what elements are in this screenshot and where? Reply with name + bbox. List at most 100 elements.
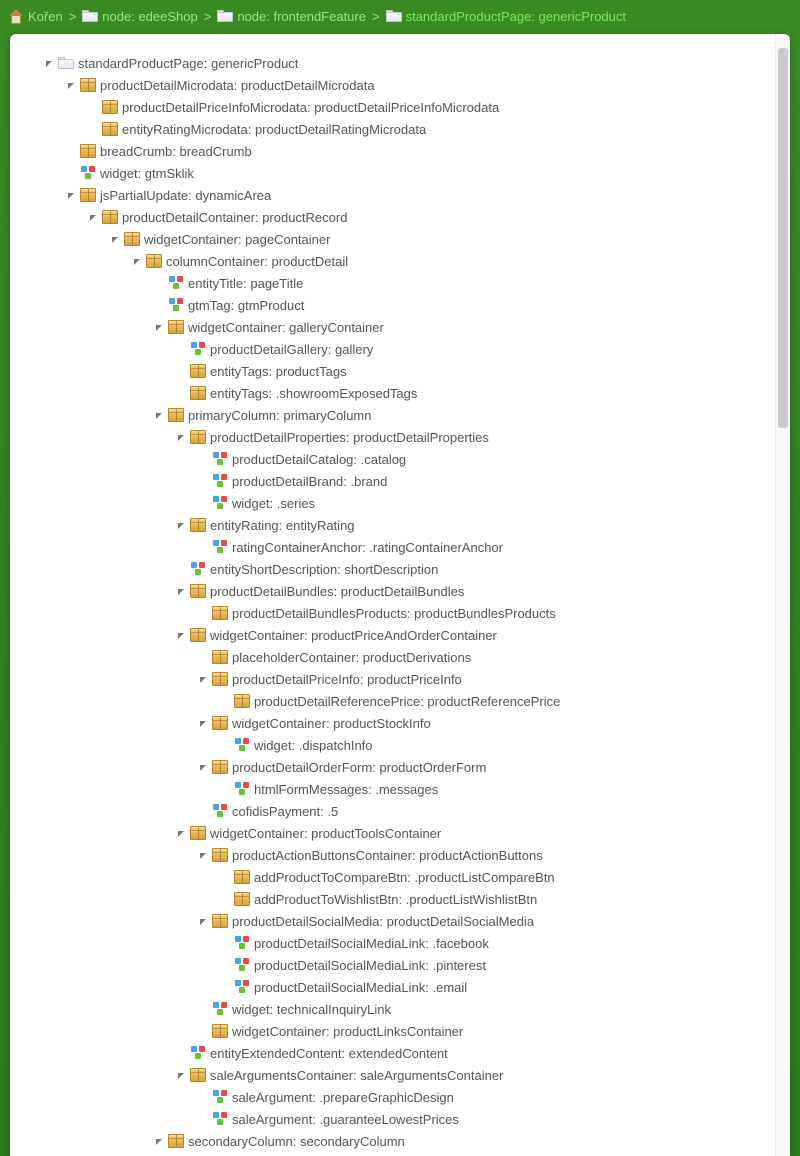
tree-row[interactable]: widgetContainer: pageContainer — [14, 228, 772, 250]
widget-icon — [234, 935, 250, 951]
tree-node-label: cofidisPayment: .5 — [232, 804, 338, 819]
package-icon — [102, 209, 118, 225]
tree-row[interactable]: entityShortDescription: shortDescription — [14, 558, 772, 580]
tree-row[interactable]: placeholderContainer: productDerivations — [14, 646, 772, 668]
tree-row[interactable]: breadCrumb: breadCrumb — [14, 140, 772, 162]
breadcrumb-item[interactable]: node: edeeShop — [82, 9, 197, 24]
package-icon — [212, 649, 228, 665]
widget-icon — [168, 297, 184, 313]
tree-row[interactable]: widget: .dispatchInfo — [14, 734, 772, 756]
tree-row[interactable]: widget: gtmSklik — [14, 162, 772, 184]
tree-node-label: productDetailSocialMediaLink: .pinterest — [254, 958, 486, 973]
tree-row[interactable]: widgetContainer: productLinksContainer — [14, 1020, 772, 1042]
scrollbar-thumb[interactable] — [778, 48, 788, 428]
tree-row[interactable]: productDetailGallery: gallery — [14, 338, 772, 360]
tree-row[interactable]: widgetContainer: productToolsContainer — [14, 822, 772, 844]
tree-row[interactable]: htmlFormMessages: .messages — [14, 778, 772, 800]
tree-row[interactable]: saleArgument: .guaranteeLowestPrices — [14, 1108, 772, 1130]
tree-row[interactable]: entityRatingMicrodata: productDetailRati… — [14, 118, 772, 140]
widget-icon — [234, 979, 250, 995]
collapse-icon[interactable] — [64, 79, 76, 91]
tree-row[interactable]: secondaryColumn: secondaryColumn — [14, 1130, 772, 1152]
tree-row[interactable]: gtmTag: gtmProduct — [14, 294, 772, 316]
tree-row[interactable]: entityTags: .showroomExposedTags — [14, 382, 772, 404]
tree-node-label: breadCrumb: breadCrumb — [100, 144, 252, 159]
collapse-icon[interactable] — [196, 717, 208, 729]
collapse-icon[interactable] — [174, 519, 186, 531]
tree-row[interactable]: productDetailCatalog: .catalog — [14, 448, 772, 470]
collapse-icon[interactable] — [174, 629, 186, 641]
collapse-icon[interactable] — [152, 409, 164, 421]
vertical-scrollbar[interactable] — [775, 34, 790, 1156]
tree-node-label: widgetContainer: galleryContainer — [188, 320, 384, 335]
package-icon — [190, 1067, 206, 1083]
tree-row[interactable]: widgetContainer: productPriceAndOrderCon… — [14, 624, 772, 646]
tree-node-label: jsPartialUpdate: dynamicArea — [100, 188, 271, 203]
tree-node-label: productDetailReferencePrice: productRefe… — [254, 694, 560, 709]
collapse-icon[interactable] — [174, 827, 186, 839]
tree-row[interactable]: productDetailSocialMediaLink: .facebook — [14, 932, 772, 954]
package-icon — [146, 253, 162, 269]
collapse-icon[interactable] — [196, 915, 208, 927]
collapse-icon[interactable] — [152, 1135, 164, 1147]
tree-row[interactable]: ratingContainerAnchor: .ratingContainerA… — [14, 536, 772, 558]
tree-row[interactable]: standardProductPage: genericProduct — [14, 52, 772, 74]
breadcrumb-item[interactable]: standardProductPage: genericProduct — [386, 9, 626, 24]
tree-row[interactable]: productDetailBundlesProducts: productBun… — [14, 602, 772, 624]
tree-row[interactable]: productDetailBrand: .brand — [14, 470, 772, 492]
tree-row[interactable]: productActionButtonsContainer: productAc… — [14, 844, 772, 866]
tree-row[interactable]: primaryColumn: primaryColumn — [14, 404, 772, 426]
tree-row[interactable]: cofidisPayment: .5 — [14, 800, 772, 822]
collapse-icon[interactable] — [196, 673, 208, 685]
tree-row[interactable]: productDetailPriceInfo: productPriceInfo — [14, 668, 772, 690]
tree-row[interactable]: widget: technicalInquiryLink — [14, 998, 772, 1020]
package-icon — [212, 913, 228, 929]
tree-row[interactable]: productDetailBundles: productDetailBundl… — [14, 580, 772, 602]
widget-icon — [234, 781, 250, 797]
tree-row[interactable]: entityTags: productTags — [14, 360, 772, 382]
tree-row[interactable]: columnContainer: productDetail — [14, 250, 772, 272]
collapse-icon[interactable] — [130, 255, 142, 267]
tree-row[interactable]: productDetailSocialMediaLink: .pinterest — [14, 954, 772, 976]
tree-row[interactable]: jsPartialUpdate: dynamicArea — [14, 184, 772, 206]
tree-row[interactable]: entityRating: entityRating — [14, 514, 772, 536]
widget-icon — [234, 957, 250, 973]
collapse-icon[interactable] — [196, 761, 208, 773]
widget-icon — [190, 561, 206, 577]
tree-row[interactable]: widgetContainer: productStockInfo — [14, 712, 772, 734]
tree-row[interactable]: productDetailPriceInfoMicrodata: product… — [14, 96, 772, 118]
tree-row[interactable]: saleArgumentsContainer: saleArgumentsCon… — [14, 1064, 772, 1086]
collapse-icon[interactable] — [174, 1069, 186, 1081]
collapse-icon[interactable] — [174, 585, 186, 597]
tree-row[interactable]: widgetContainer: galleryContainer — [14, 316, 772, 338]
package-icon — [190, 825, 206, 841]
breadcrumb-item[interactable]: Kořen — [8, 9, 63, 24]
tree-row[interactable]: addProductToCompareBtn: .productListComp… — [14, 866, 772, 888]
collapse-icon[interactable] — [152, 321, 164, 333]
collapse-icon[interactable] — [108, 233, 120, 245]
collapse-icon[interactable] — [174, 431, 186, 443]
package-icon — [80, 143, 96, 159]
tree-row[interactable]: productDetailSocialMedia: productDetailS… — [14, 910, 772, 932]
package-icon — [212, 1023, 228, 1039]
tree-row[interactable]: widget: .series — [14, 492, 772, 514]
collapse-icon[interactable] — [42, 57, 54, 69]
tree-row[interactable]: productDetailProperties: productDetailPr… — [14, 426, 772, 448]
tree-row[interactable]: entityExtendedContent: extendedContent — [14, 1042, 772, 1064]
tree-node-label: productDetailBundlesProducts: productBun… — [232, 606, 556, 621]
collapse-icon[interactable] — [196, 849, 208, 861]
breadcrumb-item[interactable]: node: frontendFeature — [217, 9, 366, 24]
collapse-icon[interactable] — [86, 211, 98, 223]
tree-row[interactable]: productDetailOrderForm: productOrderForm — [14, 756, 772, 778]
tree-row[interactable]: addProductToWishlistBtn: .productListWis… — [14, 888, 772, 910]
collapse-icon[interactable] — [64, 189, 76, 201]
tree-row[interactable]: productDetailContainer: productRecord — [14, 206, 772, 228]
tree-node-label: productDetailCatalog: .catalog — [232, 452, 406, 467]
tree-row[interactable]: productDetailReferencePrice: productRefe… — [14, 690, 772, 712]
tree-row[interactable]: entityTitle: pageTitle — [14, 272, 772, 294]
tree-row[interactable]: productDetailMicrodata: productDetailMic… — [14, 74, 772, 96]
tree-node-label: columnContainer: productDetail — [166, 254, 348, 269]
tree-row[interactable]: saleArgument: .prepareGraphicDesign — [14, 1086, 772, 1108]
tree-row[interactable]: productDetailSocialMediaLink: .email — [14, 976, 772, 998]
tree-node-label: entityExtendedContent: extendedContent — [210, 1046, 448, 1061]
